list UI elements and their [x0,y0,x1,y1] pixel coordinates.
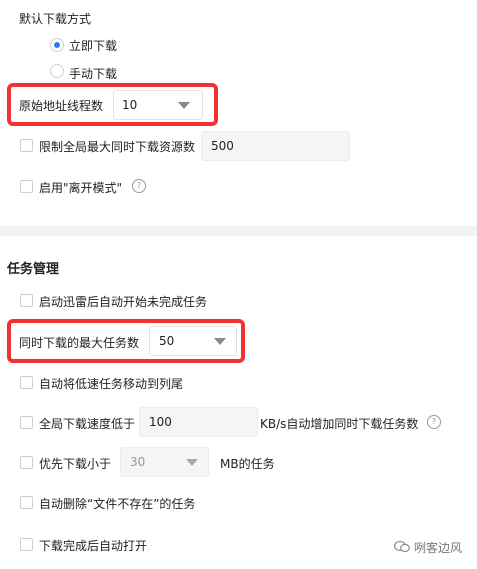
limit-global-value: 500 [211,139,234,153]
help-icon[interactable]: ? [427,415,441,429]
offline-mode-checkbox[interactable] [20,180,33,193]
radio-immediate-label: 立即下载 [69,39,118,53]
chevron-down-icon [214,338,226,345]
speed-threshold-prefix: 全局下载速度低于 [39,417,136,431]
radio-immediate-download[interactable] [50,38,64,52]
origin-threads-label: 原始地址线程数 [19,99,104,113]
max-tasks-label: 同时下载的最大任务数 [19,336,140,350]
task-management-title: 任务管理 [7,262,60,277]
watermark-text: 咧客边风 [414,541,463,555]
section-divider [0,226,477,236]
move-slow-checkbox[interactable] [20,376,33,389]
priority-small-checkbox[interactable] [20,456,33,469]
limit-global-label: 限制全局最大同时下载资源数 [39,140,196,154]
auto-start-label: 启动迅雷后自动开始未完成任务 [39,295,208,309]
speed-threshold-input[interactable]: 100 [139,407,258,437]
open-after-download-label: 下载完成后自动打开 [39,539,148,553]
max-tasks-select[interactable]: 50 [149,326,237,356]
priority-size-select[interactable]: 30 [120,447,209,477]
offline-mode-label: 启用"离开模式" [39,181,123,195]
radio-manual-label: 手动下载 [69,67,118,81]
speed-threshold-suffix: KB/s自动增加同时下载任务数 [260,417,419,431]
chevron-down-icon [186,459,198,466]
radio-manual-download[interactable] [50,64,64,78]
help-icon[interactable]: ? [132,179,146,193]
auto-delete-label: 自动删除“文件不存在”的任务 [39,497,196,511]
limit-global-input[interactable]: 500 [201,131,350,161]
limit-global-checkbox[interactable] [20,139,33,152]
speed-threshold-checkbox[interactable] [20,416,33,429]
max-tasks-value: 50 [159,334,175,348]
origin-threads-select[interactable]: 10 [113,90,203,120]
open-after-download-checkbox[interactable] [20,538,33,551]
speed-threshold-value: 100 [149,415,172,429]
priority-size-value: 30 [130,455,146,469]
priority-small-suffix: MB的任务 [220,457,275,471]
default-download-heading: 默认下载方式 [19,12,92,26]
auto-start-checkbox[interactable] [20,294,33,307]
move-slow-label: 自动将低速任务移动到列尾 [39,377,184,391]
wechat-icon [393,540,410,553]
auto-delete-checkbox[interactable] [20,496,33,509]
priority-small-prefix: 优先下载小于 [39,457,112,471]
origin-threads-value: 10 [122,98,138,112]
chevron-down-icon [178,102,190,109]
